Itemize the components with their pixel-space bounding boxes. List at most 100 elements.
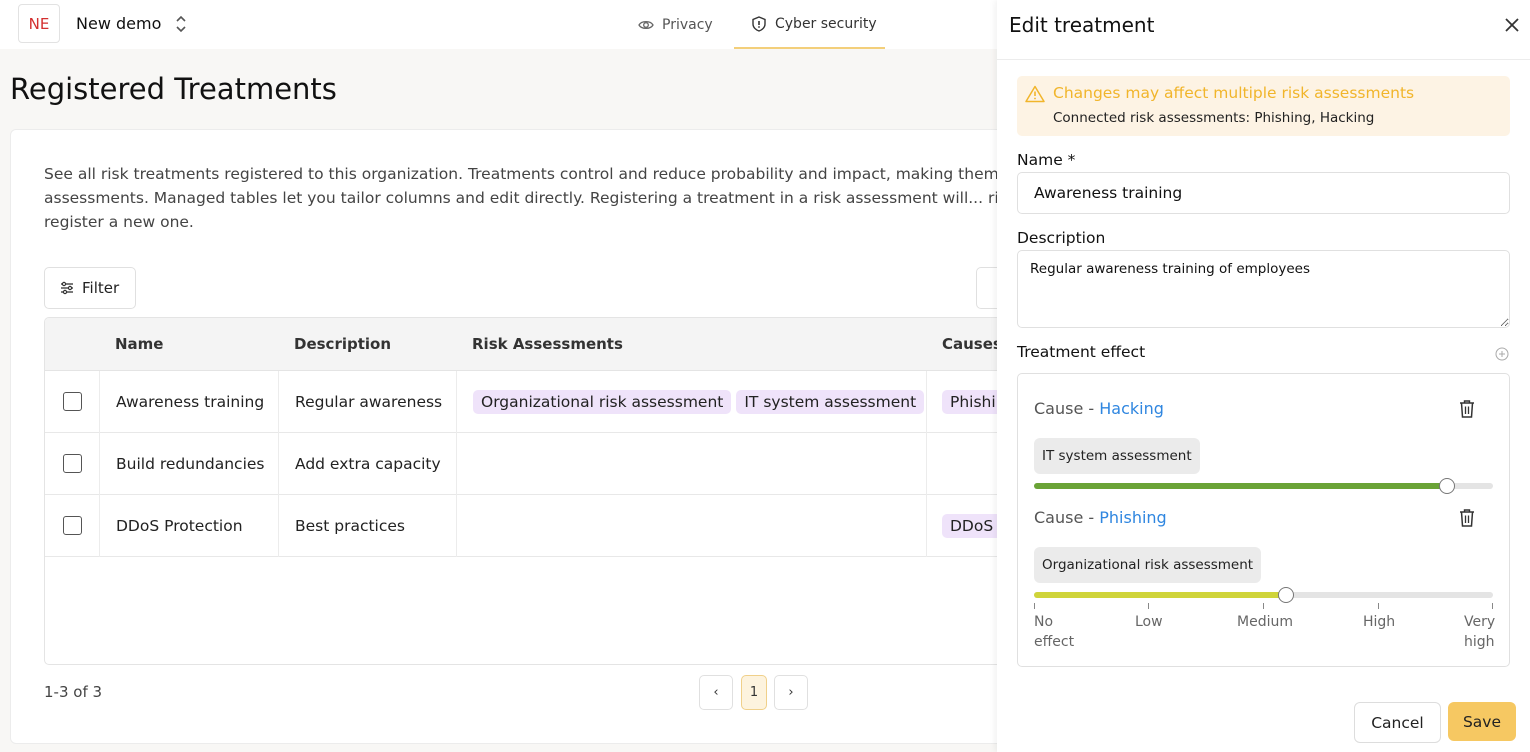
tab-privacy[interactable]: Privacy	[638, 0, 713, 49]
table-row[interactable]: DDoS Protection Best practices DDoS A	[45, 495, 1009, 557]
cancel-button[interactable]: Cancel	[1354, 702, 1441, 743]
column-divider	[278, 495, 279, 557]
cell-description[interactable]: Regular awareness	[295, 371, 442, 433]
assessment-tag: Organizational risk assessment	[473, 390, 732, 414]
cause-prefix: Cause -	[1034, 508, 1100, 527]
cause-heading: Cause - Hacking	[1034, 399, 1164, 418]
pagination-count: 1-3 of 3	[44, 683, 103, 701]
warning-triangle-icon	[1025, 85, 1045, 103]
previous-page-button[interactable]: ‹	[699, 675, 733, 710]
column-header-causes[interactable]: Causes	[942, 335, 1002, 353]
column-divider	[926, 433, 927, 495]
treatment-effect-panel: Cause - Hacking IT system assessment Cau…	[1017, 373, 1510, 667]
page-title: Registered Treatments	[10, 72, 337, 106]
cell-description[interactable]: Add extra capacity	[295, 433, 441, 495]
column-divider	[926, 495, 927, 557]
org-badge[interactable]: NE	[18, 4, 60, 43]
scale-tick	[1263, 603, 1264, 609]
trash-icon[interactable]	[1458, 508, 1476, 528]
add-circle-icon[interactable]	[1495, 347, 1509, 361]
sliders-icon	[61, 281, 73, 295]
table-row[interactable]: Build redundancies Add extra capacity	[45, 433, 1009, 495]
chevron-up-down-icon[interactable]	[172, 14, 190, 34]
column-divider	[456, 371, 457, 433]
close-icon[interactable]	[1503, 16, 1521, 34]
scale-label-very-high: Very high	[1464, 612, 1496, 652]
assessment-tag: IT system assessment	[736, 390, 925, 414]
slider-fill	[1034, 592, 1287, 598]
row-checkbox[interactable]	[63, 516, 82, 535]
tab-cyber-security[interactable]: Cyber security	[734, 0, 885, 49]
trash-icon[interactable]	[1458, 399, 1476, 419]
page-description: See all risk treatments registered to th…	[44, 165, 1009, 231]
filter-button[interactable]: Filter	[44, 267, 136, 309]
description-label: Description	[1017, 229, 1106, 247]
scale-label-line: No	[1034, 614, 1054, 630]
filter-label: Filter	[82, 279, 120, 297]
effect-slider[interactable]	[1034, 476, 1493, 496]
divider	[997, 59, 1530, 60]
slider-fill	[1034, 483, 1448, 489]
warning-banner: Changes may affect multiple risk assessm…	[1017, 76, 1510, 136]
name-input[interactable]	[1017, 172, 1510, 214]
row-checkbox[interactable]	[63, 392, 82, 411]
cell-name[interactable]: Awareness training	[116, 371, 264, 433]
description-textarea[interactable]: Regular awareness training of employees	[1017, 250, 1510, 328]
slider-thumb[interactable]	[1278, 587, 1295, 603]
cell-name[interactable]: DDoS Protection	[116, 495, 243, 557]
warning-title: Changes may affect multiple risk assessm…	[1053, 84, 1415, 102]
next-page-button[interactable]: ›	[774, 675, 808, 710]
cell-risk-assessments[interactable]: Organizational risk assessment IT system…	[473, 371, 929, 433]
eye-icon	[638, 20, 654, 29]
scale-label-high: High	[1363, 614, 1396, 630]
treatments-card: See all risk treatments registered to th…	[10, 129, 1010, 744]
org-name[interactable]: New demo	[76, 14, 161, 33]
edit-treatment-drawer: Edit treatment Changes may affect multip…	[997, 0, 1530, 752]
cause-link-phishing[interactable]: Phishing	[1099, 508, 1166, 527]
column-divider	[456, 433, 457, 495]
page-button-1[interactable]: 1	[741, 675, 767, 710]
scale-tick	[1034, 603, 1035, 609]
scale-label-low: Low	[1135, 614, 1163, 630]
column-divider	[278, 433, 279, 495]
column-divider	[278, 371, 279, 433]
assessment-chip: Organizational risk assessment	[1034, 547, 1262, 583]
warning-text: Connected risk assessments: Phishing, Ha…	[1053, 110, 1375, 126]
scale-tick	[1492, 603, 1493, 609]
shield-icon	[752, 15, 766, 32]
scale-label-no-effect: No effect	[1034, 612, 1074, 652]
column-divider	[926, 371, 927, 433]
cause-link-hacking[interactable]: Hacking	[1099, 399, 1164, 418]
effect-slider[interactable]	[1034, 585, 1493, 605]
column-divider	[456, 495, 457, 557]
treatments-table: Name Description Risk Assessments Causes…	[44, 317, 1009, 665]
row-checkbox[interactable]	[63, 454, 82, 473]
scale-label-line: high	[1464, 634, 1495, 650]
scale-label-line: effect	[1034, 634, 1075, 650]
column-header-risk-assessments[interactable]: Risk Assessments	[472, 335, 623, 353]
scale-ticks	[1034, 603, 1493, 611]
scale-tick	[1378, 603, 1379, 609]
column-divider	[99, 433, 100, 495]
scale-tick	[1148, 603, 1149, 609]
tab-cyber-security-label: Cyber security	[775, 15, 877, 32]
cause-prefix: Cause -	[1034, 399, 1100, 418]
column-header-name[interactable]: Name	[115, 335, 163, 353]
slider-thumb[interactable]	[1439, 478, 1456, 494]
treatment-effect-label: Treatment effect	[1017, 343, 1146, 361]
save-button[interactable]: Save	[1448, 702, 1516, 741]
name-label: Name *	[1017, 151, 1076, 169]
column-divider	[99, 371, 100, 433]
tab-privacy-label: Privacy	[662, 16, 713, 33]
table-header: Name Description Risk Assessments Causes	[45, 318, 1009, 371]
cause-heading: Cause - Phishing	[1034, 508, 1167, 527]
scale-label-line: Very	[1464, 614, 1496, 630]
column-header-description[interactable]: Description	[294, 335, 391, 353]
column-divider	[99, 495, 100, 557]
cell-description[interactable]: Best practices	[295, 495, 405, 557]
assessment-chip: IT system assessment	[1034, 438, 1200, 474]
cell-name[interactable]: Build redundancies	[116, 433, 265, 495]
scale-label-medium: Medium	[1237, 614, 1293, 630]
table-row[interactable]: Awareness training Regular awareness Org…	[45, 371, 1009, 433]
drawer-title: Edit treatment	[1009, 13, 1155, 37]
